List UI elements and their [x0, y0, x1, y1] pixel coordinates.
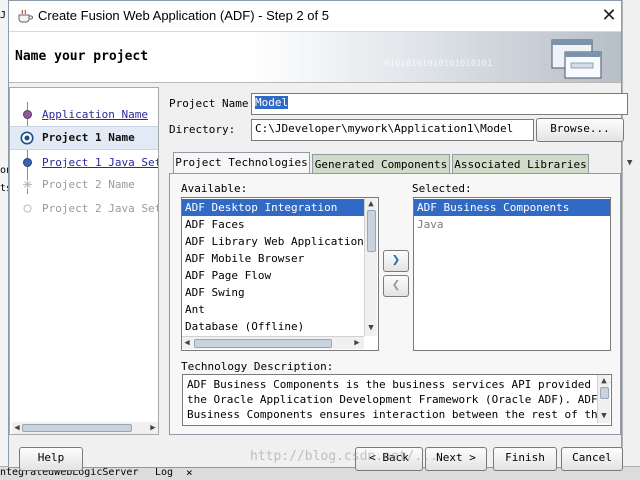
list-item[interactable]: Java: [414, 216, 610, 233]
watermark-text: http://blog.csdn.net/...: [250, 449, 438, 464]
project-name-input[interactable]: Model: [251, 93, 628, 115]
step-complete-icon: [23, 110, 32, 119]
project-name-label: Project Name:: [169, 97, 256, 110]
available-list[interactable]: ADF Desktop Integration ADF Faces ADF Li…: [181, 197, 379, 351]
browse-button[interactable]: Browse...: [536, 118, 624, 142]
ide-left-edge: J on ts: [0, 0, 12, 480]
list-item[interactable]: ADF Business Components: [414, 199, 610, 216]
scroll-down-icon[interactable]: ▼: [366, 322, 376, 334]
nav-step-label[interactable]: Project 1 Java Sett: [42, 156, 158, 169]
tab-associated-libraries[interactable]: Associated Libraries: [452, 154, 589, 175]
tab-panel: Available: Selected: ADF Desktop Integra…: [169, 173, 621, 435]
description-vertical-scrollbar[interactable]: ▲ ▼: [597, 375, 610, 423]
directory-label: Directory:: [169, 123, 236, 136]
chevron-right-icon: ❯: [391, 252, 401, 268]
selected-label: Selected:: [412, 182, 472, 195]
nav-step-application-name[interactable]: Application Name: [10, 104, 158, 126]
scroll-right-icon[interactable]: ▶: [352, 337, 362, 349]
list-item[interactable]: ADF Mobile Browser: [182, 250, 367, 267]
nav-step-label[interactable]: Application Name: [42, 108, 148, 121]
list-item[interactable]: ADF Desktop Integration: [182, 199, 367, 216]
ide-right-edge: ▼: [622, 0, 640, 480]
add-selected-button[interactable]: ❯: [383, 250, 409, 272]
header-binary-decor: 01010101010101010101: [384, 59, 493, 69]
scrollbar-thumb[interactable]: [367, 210, 376, 252]
description-line: the Oracle Application Development Frame…: [187, 393, 598, 406]
step-disabled-icon: [23, 180, 32, 189]
available-label: Available:: [181, 182, 248, 195]
directory-input[interactable]: C:\JDeveloper\mywork\Application1\Model: [251, 119, 534, 141]
chevron-left-icon: ❮: [391, 277, 401, 293]
finish-button[interactable]: Finish: [493, 447, 557, 471]
cancel-label: Cancel: [572, 451, 612, 464]
technology-description-label: Technology Description:: [181, 360, 334, 373]
scrollbar-thumb[interactable]: [600, 387, 609, 399]
step-pending-icon: [23, 158, 32, 167]
nav-step-label: Project 2 Java Sett: [42, 202, 158, 215]
nav-step-label[interactable]: Project 1 Name: [42, 131, 135, 144]
list-item[interactable]: ADF Faces: [182, 216, 367, 233]
wizard-header: 01010101010101010101 Name your project: [9, 31, 621, 83]
technology-description-text: ADF Business Components is the business …: [182, 374, 612, 426]
step-current-icon: [20, 131, 34, 145]
wizard-steps-nav: Application Name Project 1 Name Project …: [9, 87, 159, 435]
step-disabled-icon: [23, 204, 32, 213]
scroll-up-icon[interactable]: ▲: [366, 198, 376, 210]
selected-list[interactable]: ADF Business Components Java: [413, 197, 611, 351]
list-item[interactable]: Database (Offline): [182, 318, 367, 335]
list-item[interactable]: Ant: [182, 301, 367, 318]
scroll-left-icon[interactable]: ◀: [182, 337, 192, 349]
help-button[interactable]: Help: [19, 447, 83, 471]
cancel-button[interactable]: Cancel: [561, 447, 623, 471]
log-tab[interactable]: Log: [155, 467, 173, 478]
description-line: ADF Business Components is the business …: [187, 378, 611, 391]
help-label: Help: [37, 451, 65, 464]
list-item[interactable]: ADF Swing: [182, 284, 367, 301]
list-item[interactable]: ADF Library Web Application Su: [182, 233, 378, 250]
scroll-down-icon[interactable]: ▼: [599, 410, 609, 422]
available-vertical-scrollbar[interactable]: ▲ ▼: [364, 198, 377, 336]
scrollbar-thumb[interactable]: [22, 424, 132, 432]
scroll-up-icon[interactable]: ▲: [599, 375, 609, 387]
coffee-cup-icon: [18, 9, 33, 23]
title-bar[interactable]: Create Fusion Web Application (ADF) - St…: [9, 1, 621, 31]
wizard-dialog: Create Fusion Web Application (ADF) - St…: [8, 0, 628, 471]
scrollbar-thumb[interactable]: [194, 339, 332, 348]
nav-step-project-2-java: Project 2 Java Sett: [10, 198, 158, 220]
page-title: Name your project: [15, 49, 149, 64]
finish-label: Finish: [505, 451, 545, 464]
available-horizontal-scrollbar[interactable]: ◀ ▶: [182, 336, 364, 349]
scroll-right-icon[interactable]: ▶: [148, 422, 158, 434]
tab-generated-components[interactable]: Generated Components: [312, 154, 450, 175]
next-label: Next >: [436, 451, 476, 464]
list-item[interactable]: ADF Page Flow: [182, 267, 367, 284]
scroll-left-icon[interactable]: ◀: [12, 422, 22, 434]
nav-step-project-1-name[interactable]: Project 1 Name: [10, 126, 158, 150]
remove-selected-button[interactable]: ❮: [383, 275, 409, 297]
project-name-value: Model: [255, 96, 289, 109]
wizard-window-icon: [551, 39, 602, 79]
nav-step-project-2-name: Project 2 Name: [10, 174, 158, 196]
window-title: Create Fusion Web Application (ADF) - St…: [38, 8, 329, 23]
nav-step-label: Project 2 Name: [42, 178, 135, 191]
description-line: Business Components ensures interaction …: [187, 408, 605, 421]
close-button[interactable]: ✕: [599, 5, 619, 25]
ide-fragment-1: J: [0, 10, 7, 21]
nav-step-project-1-java[interactable]: Project 1 Java Sett: [10, 152, 158, 174]
ide-dropdown-icon: ▼: [627, 158, 633, 168]
nav-horizontal-scrollbar[interactable]: ◀ ▶: [12, 422, 158, 434]
